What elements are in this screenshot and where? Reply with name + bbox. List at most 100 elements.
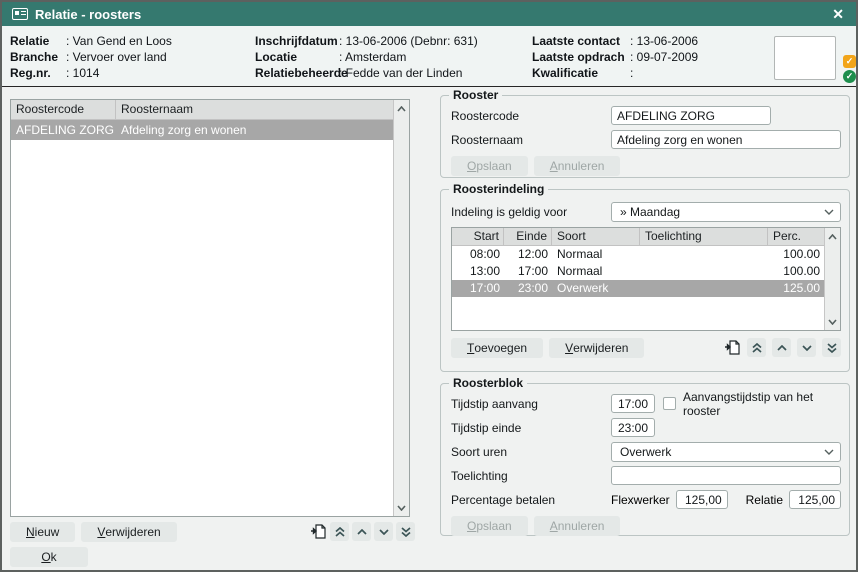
roosternaam-label: Roosternaam [451,133,611,147]
table-row[interactable]: 17:00 23:00 Overwerk 125.00 [452,280,824,297]
roostercode-input[interactable] [611,106,771,125]
relation-header: Relatie: Van Gend en Loos Branche: Vervo… [2,26,856,87]
column-soort[interactable]: Soort [552,228,640,245]
move-bottom-icon[interactable] [396,522,415,541]
opslaan-hotkey: O [467,519,476,533]
column-roosternaam[interactable]: Roosternaam [116,100,409,119]
move-up-icon[interactable] [352,522,371,541]
move-down-icon[interactable] [374,522,393,541]
rooster-opslaan-button[interactable]: Opslaan [451,156,528,176]
relatie-input[interactable] [789,490,841,509]
list-icon-bar [308,522,415,541]
toelichting-cell [640,280,768,297]
relatie-label: Relatie [10,33,66,49]
close-icon[interactable]: ✕ [828,6,848,23]
regnr-label: Reg.nr. [10,65,66,81]
annuleren-rest: nnuleren [558,519,605,533]
geldig-voor-select[interactable]: » Maandag [611,202,841,222]
soort-uren-label: Soort uren [451,445,611,459]
nieuw-button[interactable]: Nieuw [10,522,75,542]
indeling-verwijderen-button[interactable]: Verwijderen [549,338,644,358]
move-up-icon[interactable] [772,338,791,357]
relatie-pct-label: Relatie [746,493,783,507]
toevoegen-button[interactable]: Toevoegen [451,338,543,358]
green-check-badge-icon[interactable]: ✓ [843,70,856,83]
soort-cell: Normaal [552,246,640,263]
relatiebeheerder-value: : Fedde van der Linden [339,65,462,81]
blok-opslaan-button[interactable]: Opslaan [451,516,528,536]
tijdstip-aanvang-input[interactable] [611,394,655,413]
soort-cell: Overwerk [552,280,640,297]
relatiebeheerder-label: Relatiebeheerde [255,65,339,81]
tijdstip-einde-input[interactable] [611,418,655,437]
start-cell: 17:00 [452,280,504,297]
start-cell: 08:00 [452,246,504,263]
scroll-down-icon[interactable] [394,500,409,515]
roosternaam-input[interactable] [611,130,841,149]
goto-record-icon[interactable] [308,522,327,541]
relatie-value: : Van Gend en Loos [66,33,172,49]
branche-label: Branche [10,49,66,65]
move-down-icon[interactable] [797,338,816,357]
soort-uren-select[interactable]: Overwerk [611,442,841,462]
tijdstip-einde-label: Tijdstip einde [451,421,611,435]
aanvangstijdstip-checkbox[interactable] [663,397,676,410]
soort-cell: Normaal [552,263,640,280]
geldig-voor-value: » Maandag [620,205,818,219]
table-row[interactable]: 13:00 17:00 Normaal 100.00 [452,263,824,280]
annuleren-rest: nnuleren [558,159,605,173]
column-roostercode[interactable]: Roostercode [11,100,116,119]
nieuw-hotkey: N [26,525,35,539]
indeling-table-scrollbar[interactable] [824,228,840,330]
kwalificatie-label: Kwalificatie [532,65,630,81]
move-top-icon[interactable] [747,338,766,357]
opslaan-rest: pslaan [476,519,511,533]
perc-cell: 100.00 [768,263,824,280]
laatste-contact-label: Laatste contact [532,33,630,49]
ok-hotkey: O [41,550,50,564]
roosterindeling-group-title: Roosterindeling [449,182,548,196]
rooster-group: Rooster Roostercode Roosternaam Opslaan … [440,95,850,178]
list-scrollbar[interactable] [393,100,409,516]
perc-cell: 100.00 [768,246,824,263]
move-top-icon[interactable] [330,522,349,541]
column-toelichting[interactable]: Toelichting [640,228,768,245]
scroll-up-icon[interactable] [394,101,409,116]
annuleren-hotkey: A [550,519,558,533]
move-bottom-icon[interactable] [822,338,841,357]
column-start[interactable]: Start [452,228,504,245]
verwijderen-button[interactable]: Verwijderen [81,522,176,542]
header-column-right: Laatste contact: 13-06-2006 Laatste opdr… [532,33,698,81]
verwijderen-hotkey: V [565,341,573,355]
toelichting-cell [640,263,768,280]
goto-record-icon[interactable] [722,338,741,357]
toelichting-cell [640,246,768,263]
laatste-contact-value: : 13-06-2006 [630,33,698,49]
blok-annuleren-button[interactable]: Annuleren [534,516,621,536]
titlebar: Relatie - roosters ✕ [2,2,856,26]
list-button-bar: Nieuw Verwijderen [10,522,177,542]
toevoegen-hotkey: T [467,341,474,355]
regnr-value: : 1014 [66,65,99,81]
kwalificatie-value: : [630,65,633,81]
scroll-up-icon[interactable] [825,229,840,244]
einde-cell: 23:00 [504,280,552,297]
rooster-annuleren-button[interactable]: Annuleren [534,156,621,176]
roosterblok-group: Roosterblok Tijdstip aanvang Aanvangstij… [440,383,850,536]
flexwerker-input[interactable] [676,490,728,509]
column-perc[interactable]: Perc. [768,228,824,245]
indeling-table-header: Start Einde Soort Toelichting Perc. [452,228,840,246]
column-einde[interactable]: Einde [504,228,552,245]
header-column-left: Relatie: Van Gend en Loos Branche: Vervo… [10,33,172,81]
scroll-down-icon[interactable] [825,314,840,329]
branche-value: : Vervoer over land [66,49,167,65]
einde-cell: 12:00 [504,246,552,263]
blok-toelichting-input[interactable] [611,466,841,485]
ok-button[interactable]: Ok [10,547,88,567]
orange-check-badge-icon[interactable]: ✓ [843,55,856,68]
list-item[interactable]: AFDELING ZORG Afdeling zorg en wonen [11,120,394,140]
opslaan-rest: pslaan [476,159,511,173]
locatie-value: : Amsterdam [339,49,406,65]
rooster-group-title: Rooster [449,88,502,102]
table-row[interactable]: 08:00 12:00 Normaal 100.00 [452,246,824,263]
